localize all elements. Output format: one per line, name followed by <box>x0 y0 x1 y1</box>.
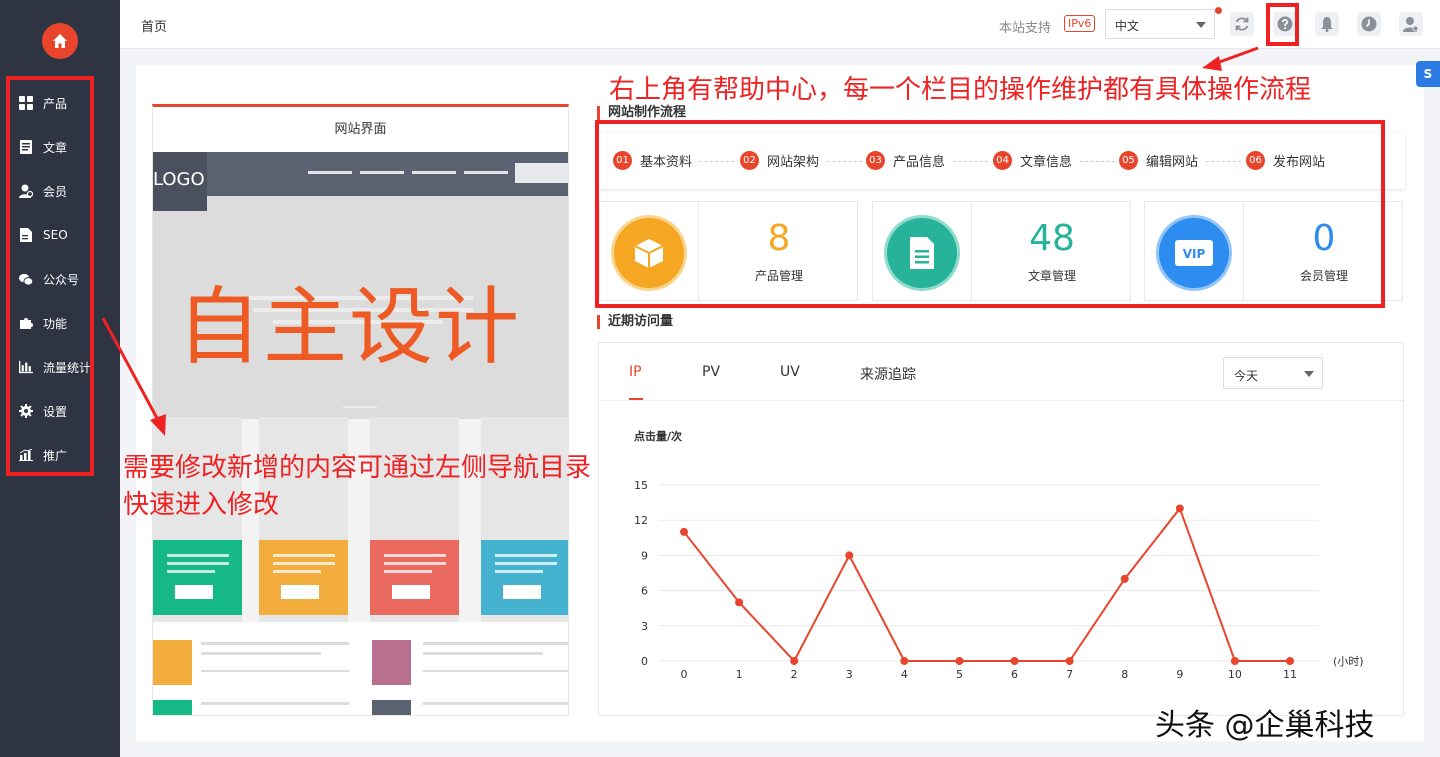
chart-x-tick-label: 11 <box>1283 668 1297 681</box>
chart-y-tick-label: 15 <box>634 479 648 492</box>
annotation-text-nav-line1: 需要修改新增的内容可通过左侧导航目录 <box>123 453 592 483</box>
chart-y-tick-label: 9 <box>641 549 648 562</box>
watermark: 头条 @企巢科技 <box>1155 708 1375 743</box>
mockup-card <box>481 540 568 615</box>
floating-service-button[interactable]: S <box>1416 61 1440 87</box>
visits-line-chart: 点击量/次 (小时) 036912150 1 2 3 4 5 6 7 8 9 10 11 <box>634 429 1364 681</box>
clock-icon <box>1361 16 1377 32</box>
chart-data-point <box>1286 657 1294 665</box>
annotation-box-sidebar <box>6 76 94 476</box>
chart-x-axis-label: (小时) <box>1333 655 1364 668</box>
chart-y-tick-label: 3 <box>641 620 648 633</box>
chart-data-point <box>955 657 964 665</box>
chart-series-line <box>683 506 1290 663</box>
website-mockup[interactable]: 自主设计 LOGO <box>153 152 568 715</box>
mockup-logo: LOGO <box>153 152 207 211</box>
chart-data-point <box>735 598 744 607</box>
ipv6-badge: IPv6 <box>1064 15 1096 32</box>
hero-title: 自主设计 <box>177 278 522 376</box>
notifications-button[interactable] <box>1315 12 1339 36</box>
home-button[interactable] <box>42 23 78 59</box>
annotation-box-help <box>1266 3 1299 46</box>
mockup-navbar <box>153 152 568 196</box>
chart-x-tick-label: 0 <box>681 668 688 681</box>
chart-y-tick-label: 6 <box>641 585 648 598</box>
chart-y-axis-label: 点击量/次 <box>634 429 682 443</box>
chart-data-point <box>1010 657 1019 665</box>
mockup-card <box>153 540 242 615</box>
home-icon <box>53 34 67 48</box>
chart-data-point <box>680 527 688 536</box>
chart-x-tick-label: 1 <box>736 668 743 681</box>
chart-x-tick-label: 8 <box>1121 668 1128 681</box>
chart-x-tick-label: 9 <box>1176 668 1183 681</box>
annotation-text-help: 右上角有帮助中心，每一个栏目的操作维护都有具体操作流程 <box>609 75 1312 105</box>
mockup-hero-banner: 自主设计 <box>153 196 568 419</box>
mockup-card <box>370 540 459 615</box>
refresh-button[interactable] <box>1230 12 1254 36</box>
chart-data-point <box>1175 504 1184 513</box>
preview-title: 网站界面 <box>334 122 387 137</box>
chart-x-tick-label: 4 <box>901 668 908 681</box>
visits-section-title: 近期访问量 <box>597 315 673 329</box>
language-value: 中文 <box>1115 19 1140 33</box>
website-preview-card: 网站界面 自主设计 LOGO <box>152 104 569 716</box>
annotation-box-process <box>595 120 1385 308</box>
chart-x-tick-label: 7 <box>1066 668 1073 681</box>
ipv6-support-label: 本站支持 <box>999 21 1052 36</box>
language-select[interactable]: 中文 <box>1105 9 1215 39</box>
chart-x-tick-label: 6 <box>1011 668 1018 681</box>
history-button[interactable] <box>1357 12 1381 36</box>
user-icon <box>1403 17 1419 32</box>
chart-data-point <box>1065 657 1074 665</box>
breadcrumb[interactable]: 首页 <box>141 16 167 35</box>
chart-x-tick-label: 2 <box>791 668 798 681</box>
mockup-card <box>259 540 348 615</box>
chart-x-tick-label: 3 <box>846 668 853 681</box>
annotation-text-nav-line2: 快速进入修改 <box>123 490 280 520</box>
chart-x-tick-label: 10 <box>1228 668 1242 681</box>
chart-data-point <box>845 551 854 560</box>
user-account-button[interactable] <box>1399 12 1423 36</box>
bell-icon <box>1321 17 1333 32</box>
chart-data-point <box>1120 574 1129 583</box>
chart-data-point <box>1230 657 1239 665</box>
chart-y-tick-label: 12 <box>634 514 648 527</box>
chart-x-tick-label: 5 <box>956 668 963 681</box>
notification-dot <box>1215 7 1222 14</box>
s-logo-icon: S <box>1423 67 1433 81</box>
chevron-down-icon <box>1196 22 1206 28</box>
visits-panel: IP PV UV 来源追踪 今天 点击量/次 (小时) 0 3 6 9 12 15 0 1 2 3… <box>598 342 1405 716</box>
refresh-icon <box>1235 17 1249 31</box>
top-bar: 首页 本站支持 IPv6 中文 <box>120 0 1440 49</box>
chart-data-point <box>900 657 909 665</box>
chart-data-point <box>790 657 799 665</box>
chart-y-tick-label: 0 <box>641 655 648 668</box>
process-section-title: 网站制作流程 <box>597 106 686 120</box>
